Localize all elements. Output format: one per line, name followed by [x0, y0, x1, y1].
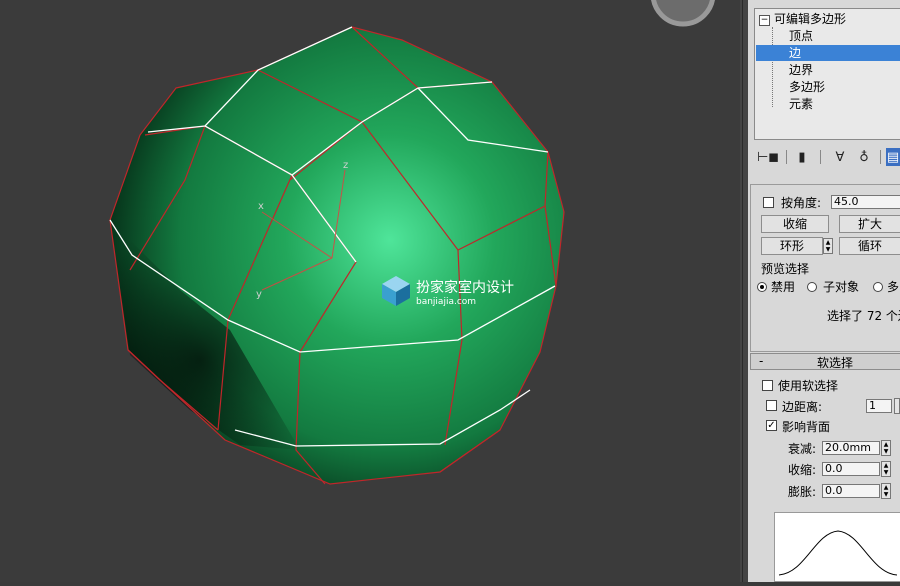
gizmo-z-label: z [343, 160, 348, 171]
falloff-spinner[interactable]: ▲ ▼ [881, 440, 891, 456]
preview-selection-title: 预览选择 [761, 262, 810, 276]
subobject-label: 元素 [789, 97, 814, 111]
preview-off-label: 禁用 [771, 280, 796, 294]
affect-backfacing-label: 影响背面 [782, 420, 831, 434]
loop-button[interactable]: 循环 [839, 237, 900, 255]
bubble-label: 膨胀: [788, 485, 817, 499]
preview-multi-radio[interactable] [873, 282, 883, 292]
subobject-label: 边 [789, 46, 802, 60]
pinch-spinner[interactable]: ▲ ▼ [881, 461, 891, 477]
watermark-title: 扮家家室内设计 [416, 279, 514, 296]
stack-toolbar: ⊢◼ ▮ ∀ ♁ ▤ [757, 148, 900, 168]
by-angle-input[interactable]: 45.0 [831, 195, 900, 209]
pin-stack-icon[interactable]: ⊢◼ [757, 148, 779, 166]
subobject-edge[interactable]: 边 [756, 45, 900, 61]
viewcube-icon [651, 0, 715, 27]
falloff-curve-graph [774, 512, 900, 582]
edge-distance-spinner[interactable] [894, 398, 900, 414]
shrink-button[interactable]: 收缩 [761, 215, 829, 233]
preview-subobject-radio[interactable] [807, 282, 817, 292]
falloff-input[interactable]: 20.0mm [822, 441, 880, 455]
ring-button[interactable]: 环形 [761, 237, 823, 255]
edge-distance-label: 边距离: [782, 400, 823, 414]
make-unique-icon[interactable]: ∀ [830, 148, 850, 166]
subobject-label: 边界 [789, 63, 814, 77]
sphere-model: x z y 扮家家室内设计 banjiajia.com [109, 0, 715, 485]
gizmo-x-label: x [258, 201, 264, 212]
rollout-collapse-icon: - [759, 354, 764, 368]
modifier-icon[interactable]: ▮ [792, 148, 812, 166]
subobject-polygon[interactable]: 多边形 [789, 79, 825, 95]
soft-selection-title: 软选择 [817, 356, 854, 370]
grow-button[interactable]: 扩大 [839, 215, 900, 233]
subobject-label: 多边形 [789, 80, 826, 94]
use-soft-selection-checkbox[interactable] [762, 380, 773, 391]
ring-spinner[interactable]: ▲ ▼ [823, 238, 833, 254]
stack-root-label: 可编辑多边形 [774, 12, 847, 26]
viewport-perspective[interactable]: x z y 扮家家室内设计 banjiajia.com [0, 0, 740, 582]
edge-distance-input[interactable]: 1 [866, 399, 892, 413]
selection-status-text: 选择了 72 个边 [827, 309, 900, 323]
preview-subobject-label: 子对象 [823, 280, 860, 294]
preview-off-radio[interactable] [757, 282, 767, 292]
configure-icon[interactable]: ▤ [886, 148, 900, 166]
bubble-spinner[interactable]: ▲ ▼ [881, 483, 891, 499]
by-angle-label: 按角度: [781, 196, 822, 210]
command-panel: − 可编辑多边形 顶点 边 边界 多边形 元素 ⊢◼ ▮ ∀ ♁ ▤ 按角度: 4… [748, 0, 900, 582]
subobject-border[interactable]: 边界 [789, 62, 813, 78]
modifier-stack: − 可编辑多边形 顶点 边 边界 多边形 元素 [754, 8, 900, 140]
subobject-vertex[interactable]: 顶点 [789, 28, 813, 44]
affect-backfacing-checkbox[interactable]: ✓ [766, 420, 777, 431]
selection-rollout: 按角度: 45.0 收缩 扩大 环形 ▲ ▼ 循环 预览选择 禁用 子对象 多 选… [750, 184, 900, 352]
bubble-input[interactable]: 0.0 [822, 484, 880, 498]
subobject-element[interactable]: 元素 [789, 96, 813, 112]
subobject-label: 顶点 [789, 29, 814, 43]
use-soft-selection-label: 使用软选择 [778, 379, 839, 393]
collapse-icon[interactable]: − [759, 15, 770, 26]
gizmo-y-label: y [256, 289, 262, 300]
pinch-label: 收缩: [788, 463, 817, 477]
remove-modifier-icon[interactable]: ♁ [854, 148, 874, 166]
soft-selection-rollout-header[interactable]: - 软选择 [750, 353, 900, 370]
pinch-input[interactable]: 0.0 [822, 462, 880, 476]
preview-multi-label: 多 [887, 280, 900, 294]
edge-distance-checkbox[interactable] [766, 400, 777, 411]
stack-root[interactable]: − 可编辑多边形 [759, 11, 846, 27]
falloff-label: 衰减: [788, 442, 817, 456]
watermark-url: banjiajia.com [416, 297, 476, 307]
by-angle-checkbox[interactable] [763, 197, 774, 208]
